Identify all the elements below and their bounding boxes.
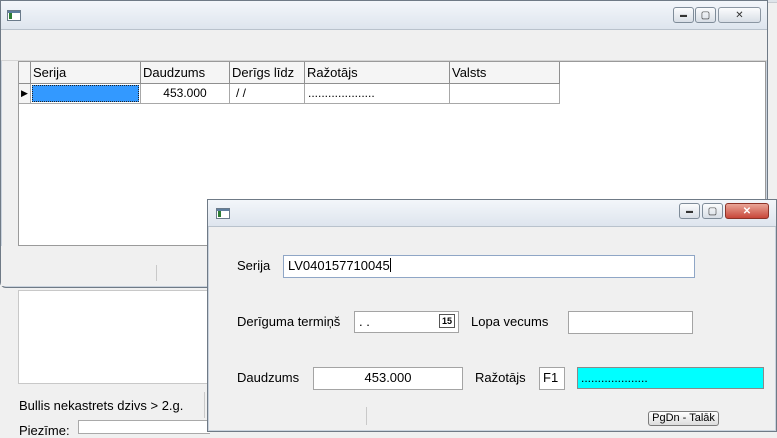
grid-window-titlebar[interactable]: ▬ ▢ ✕ xyxy=(1,1,767,30)
table-cell-razotajs[interactable]: .................... xyxy=(305,84,450,104)
serija-dialog: ▬ ▢ ✕ Serija LV040157710045 Derīguma ter… xyxy=(207,199,777,432)
close-icon: ✕ xyxy=(742,205,752,217)
daudzums-label: Daudzums xyxy=(237,370,300,385)
razotajs-name-value: .................... xyxy=(581,371,648,385)
background-field-label: Piezīme: xyxy=(19,423,70,438)
daudzums-value: 453.000 xyxy=(364,370,412,385)
calendar-icon[interactable]: 15 xyxy=(439,314,455,328)
close-button[interactable]: ✕ xyxy=(718,7,761,23)
close-icon: ✕ xyxy=(735,9,744,21)
row-indicator-icon: ▶ xyxy=(19,84,31,104)
dialog-titlebar[interactable]: ▬ ▢ ✕ xyxy=(208,200,776,227)
text-cursor xyxy=(389,258,391,272)
serija-value: LV040157710045 xyxy=(288,258,390,273)
minimize-icon: ▬ xyxy=(686,207,693,215)
table-cell-serija[interactable] xyxy=(31,84,141,104)
razotajs-name-field[interactable]: .................... xyxy=(577,367,764,389)
serija-input[interactable]: LV040157710045 xyxy=(283,255,695,278)
dialog-close-button[interactable]: ✕ xyxy=(725,203,769,219)
dialog-maximize-button[interactable]: ▢ xyxy=(702,203,723,219)
table-cell-derigs-lidz[interactable]: / / xyxy=(230,84,305,104)
lopa-vecums-label: Lopa vecums xyxy=(471,314,549,329)
background-status-text: Bullis nekastrets dzivs > 2.g. xyxy=(19,398,184,413)
table-cell-daudzums[interactable]: 453.000 xyxy=(141,84,230,104)
app-icon xyxy=(7,10,21,21)
maximize-button[interactable]: ▢ xyxy=(695,7,716,23)
grid-toolbar xyxy=(1,30,767,61)
daudzums-input[interactable]: 453.000 xyxy=(313,367,463,390)
dialog-status-separator xyxy=(366,407,367,425)
maximize-icon: ▢ xyxy=(707,205,718,217)
background-status-separator xyxy=(204,392,205,418)
minimize-button[interactable]: ▬ xyxy=(673,7,694,23)
column-header-razotajs[interactable]: Ražotājs xyxy=(305,62,450,84)
razotajs-code-value: F1 xyxy=(543,370,559,385)
grid-status-separator xyxy=(156,265,157,281)
background-list-panel[interactable] xyxy=(18,290,210,384)
minimize-icon: ▬ xyxy=(680,11,687,19)
grid-row-header-corner xyxy=(19,62,31,84)
razotajs-code-input[interactable]: F1 xyxy=(539,367,565,390)
table-cell-valsts[interactable] xyxy=(450,84,560,104)
column-header-serija[interactable]: Serija xyxy=(31,62,141,84)
column-header-valsts[interactable]: Valsts xyxy=(450,62,560,84)
dialog-minimize-button[interactable]: ▬ xyxy=(679,203,700,219)
pgdn-next-button[interactable]: PgDn - Talāk xyxy=(648,411,719,426)
lopa-vecums-input[interactable] xyxy=(568,311,693,334)
maximize-icon: ▢ xyxy=(700,9,711,21)
serija-label: Serija xyxy=(237,258,271,273)
deriguma-termins-label: Derīguma termiņš xyxy=(237,314,341,329)
column-header-daudzums[interactable]: Daudzums xyxy=(141,62,230,84)
app-icon xyxy=(216,208,230,219)
razotajs-label: Ražotājs xyxy=(475,370,526,385)
deriguma-termins-value: . . xyxy=(359,314,370,329)
column-header-derigs-lidz[interactable]: Derīgs līdz xyxy=(230,62,305,84)
selected-cell-highlight xyxy=(32,85,139,102)
